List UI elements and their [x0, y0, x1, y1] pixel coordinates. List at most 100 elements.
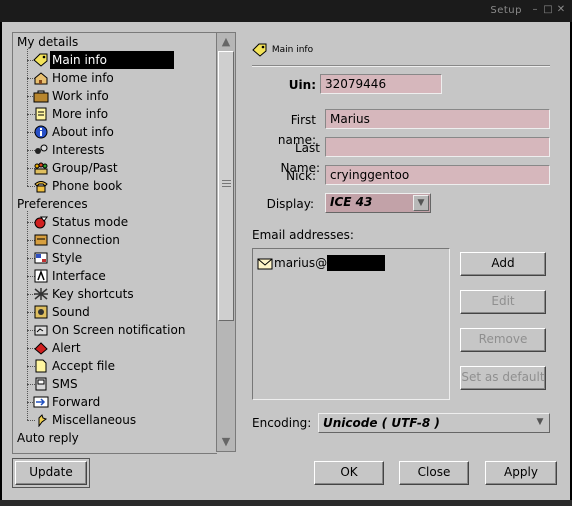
- tag-icon: [33, 53, 49, 67]
- tree-item-label: Interface: [52, 269, 106, 283]
- file-icon: [33, 359, 49, 373]
- add-email-button[interactable]: Add: [460, 252, 546, 276]
- connection-icon: [33, 233, 49, 247]
- section-header: Main info: [252, 42, 313, 58]
- tree-item[interactable]: Main info: [33, 51, 174, 69]
- tree-item[interactable]: SMS: [33, 375, 80, 393]
- encoding-combo[interactable]: Unicode ( UTF-8 ) ▼: [318, 413, 550, 433]
- ok-button[interactable]: OK: [314, 461, 384, 485]
- setup-dialog: My details Main info Home info Work info Mor…: [2, 22, 570, 500]
- tree-item-label: Style: [52, 251, 83, 265]
- tree-item-label: About info: [52, 125, 114, 139]
- redaction-block: [327, 255, 386, 271]
- section-divider: [252, 65, 550, 67]
- apply-button[interactable]: Apply: [485, 461, 557, 485]
- uin-field[interactable]: 32079446: [320, 74, 442, 94]
- tree-item[interactable]: Interface: [33, 267, 108, 285]
- tree-item-label: Forward: [52, 395, 101, 409]
- tree-item-label: Home info: [52, 71, 114, 85]
- style-icon: [33, 251, 49, 265]
- house-icon: [33, 71, 49, 85]
- tree-item[interactable]: Phone book: [33, 177, 124, 195]
- tree-item[interactable]: More info: [33, 105, 110, 123]
- tree-item-label: SMS: [52, 377, 78, 391]
- tree-item[interactable]: Status mode: [33, 213, 130, 231]
- forward-icon: [33, 395, 49, 409]
- title-bar[interactable]: Setup – □ ✕: [0, 0, 572, 22]
- tree-item-label: Group/Past: [52, 161, 118, 175]
- tree-group[interactable]: My details: [15, 33, 80, 51]
- tree-item-label: Miscellaneous: [52, 413, 137, 427]
- tree-scrollbar[interactable]: ▲ ▼: [216, 32, 236, 452]
- interests-icon: [33, 143, 49, 157]
- tree-item[interactable]: Home info: [33, 69, 116, 87]
- email-label: Email addresses:: [252, 228, 354, 242]
- tree-item[interactable]: Interests: [33, 141, 107, 159]
- scroll-down-icon[interactable]: ▼: [219, 435, 233, 449]
- window-title: Setup: [490, 5, 522, 16]
- tree-item[interactable]: Forward: [33, 393, 102, 411]
- uin-label: Uin:: [288, 78, 316, 92]
- scroll-thumb[interactable]: [218, 51, 234, 321]
- tree-item[interactable]: Work info: [33, 87, 111, 105]
- misc-icon: [33, 413, 49, 428]
- tree-item[interactable]: Connection: [33, 231, 122, 249]
- display-value: ICE 43: [330, 195, 373, 209]
- chevron-down-icon[interactable]: ▼: [532, 415, 548, 431]
- tree-item-label: Main info: [50, 51, 174, 69]
- alert-icon: [33, 341, 49, 355]
- tree-item-label: On Screen notification: [52, 323, 186, 337]
- chevron-down-icon[interactable]: ▼: [413, 195, 429, 211]
- tree-item[interactable]: Alert: [33, 339, 83, 357]
- list-item[interactable]: marius@: [257, 255, 386, 271]
- tree-group[interactable]: Auto reply: [15, 429, 81, 447]
- tree-item[interactable]: Miscellaneous: [33, 411, 138, 429]
- tag-icon: [252, 43, 268, 57]
- close-icon[interactable]: ✕: [556, 4, 566, 16]
- envelope-icon: [257, 257, 273, 271]
- encoding-label: Encoding:: [252, 416, 312, 430]
- tree-item[interactable]: About info: [33, 123, 116, 141]
- tree-item-label: Sound: [52, 305, 90, 319]
- keyboard-icon: [33, 287, 49, 301]
- tree-group-label: Auto reply: [17, 431, 79, 445]
- tree-item[interactable]: Style: [33, 249, 84, 267]
- maximize-icon[interactable]: □: [543, 4, 553, 16]
- tree-item[interactable]: Accept file: [33, 357, 117, 375]
- section-title: Main info: [271, 45, 314, 55]
- edit-email-button[interactable]: Edit: [460, 290, 546, 314]
- tree-item-label: Interests: [52, 143, 105, 157]
- remove-email-button[interactable]: Remove: [460, 328, 546, 352]
- status-icon: [33, 215, 49, 229]
- tree-item-label: Key shortcuts: [52, 287, 134, 301]
- tree-item-label: More info: [52, 107, 109, 121]
- nick-field[interactable]: cryinggentoo: [325, 165, 550, 185]
- sms-icon: [33, 377, 49, 391]
- note-icon: [33, 107, 49, 121]
- info-icon: [33, 125, 49, 139]
- display-label: Display:: [266, 197, 314, 211]
- set-default-button[interactable]: Set as default: [460, 366, 546, 390]
- scroll-up-icon[interactable]: ▲: [219, 35, 233, 49]
- group-icon: [33, 161, 49, 175]
- tree-item[interactable]: On Screen notification: [33, 321, 187, 339]
- settings-tree[interactable]: My details Main info Home info Work info Mor…: [12, 32, 217, 454]
- tree-group-label: My details: [17, 35, 79, 49]
- phone-icon: [33, 179, 49, 193]
- minimize-icon[interactable]: –: [530, 4, 540, 16]
- tree-item[interactable]: Sound: [33, 303, 92, 321]
- email-address: marius@: [274, 256, 328, 270]
- email-list[interactable]: marius@: [252, 248, 450, 400]
- tree-item-label: Alert: [52, 341, 81, 355]
- tree-item[interactable]: Group/Past: [33, 159, 120, 177]
- tree-item[interactable]: Key shortcuts: [33, 285, 136, 303]
- nick-label: Nick:: [286, 169, 316, 183]
- close-button[interactable]: Close: [399, 461, 469, 485]
- display-combo[interactable]: ICE 43 ▼: [325, 193, 431, 213]
- last-name-field[interactable]: [325, 137, 550, 157]
- tree-item-label: Work info: [52, 89, 109, 103]
- window-bottom-edge: [0, 500, 572, 506]
- update-button[interactable]: Update: [12, 458, 90, 488]
- first-name-field[interactable]: Marius: [325, 109, 550, 129]
- osd-icon: [33, 323, 49, 337]
